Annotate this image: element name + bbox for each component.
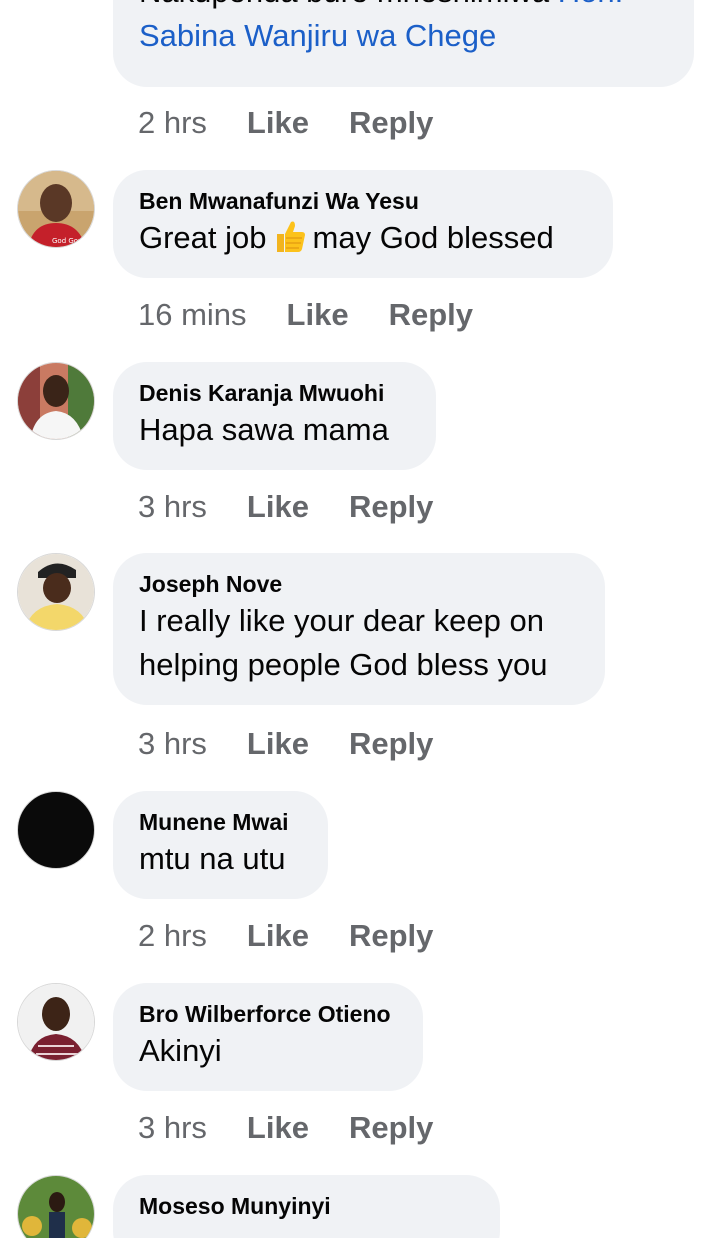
- comment-bubble: Munene Mwai mtu na utu: [113, 791, 328, 899]
- comment-actions: 3 hrs Like Reply: [138, 1108, 433, 1148]
- comment-actions: 3 hrs Like Reply: [138, 487, 433, 527]
- avatar[interactable]: [17, 362, 95, 440]
- thumbs-up-icon: [276, 221, 305, 252]
- reply-button[interactable]: Reply: [389, 297, 473, 333]
- comment-text: Sabina Wanjiru wa Chege: [139, 14, 668, 58]
- reply-button[interactable]: Reply: [349, 918, 433, 954]
- comment-time[interactable]: 3 hrs: [138, 1110, 207, 1146]
- svg-text:God Gox: God Gox: [52, 237, 82, 245]
- comment-time[interactable]: 3 hrs: [138, 489, 207, 525]
- comment-text: Hapa sawa mama: [139, 412, 389, 447]
- avatar[interactable]: God Gox: [17, 170, 95, 248]
- comment-text: Great job may God blessed: [139, 216, 587, 260]
- comment-author[interactable]: Ben Mwanafunzi Wa Yesu: [139, 186, 587, 216]
- comment-bubble: Nakupenda bure mheshimiwa Hon. Sabina Wa…: [113, 0, 694, 87]
- comment-time[interactable]: 2 hrs: [138, 918, 207, 954]
- comment-author[interactable]: Joseph Nove: [139, 569, 579, 599]
- comment-bubble: Denis Karanja Mwuohi Hapa sawa mama: [113, 362, 436, 470]
- comment-actions: 2 hrs Like Reply: [138, 103, 433, 143]
- comment-text-part: may God blessed: [312, 220, 554, 255]
- comment-text: Akinyi: [139, 1033, 222, 1068]
- comment-bubble: Joseph Nove I really like your dear keep…: [113, 553, 605, 705]
- comment-text: Nakupenda bure mheshimiwa Hon.: [139, 0, 668, 14]
- comment-actions: 2 hrs Like Reply: [138, 916, 433, 956]
- comment-author[interactable]: Denis Karanja Mwuohi: [139, 378, 410, 408]
- avatar[interactable]: [17, 1175, 95, 1238]
- comment-text: I really like your dear keep on: [139, 603, 544, 638]
- comment-actions: 16 mins Like Reply: [138, 295, 473, 335]
- comment-time[interactable]: 2 hrs: [138, 105, 207, 141]
- like-button[interactable]: Like: [287, 297, 349, 333]
- avatar[interactable]: [17, 983, 95, 1061]
- like-button[interactable]: Like: [247, 105, 309, 141]
- comment-author[interactable]: Moseso Munyinyi: [139, 1191, 474, 1221]
- comment-text-part: Great job: [139, 220, 267, 255]
- comment-bubble: Moseso Munyinyi: [113, 1175, 500, 1238]
- mention-link[interactable]: Hon.: [558, 0, 623, 9]
- avatar[interactable]: [17, 791, 95, 869]
- reply-button[interactable]: Reply: [349, 1110, 433, 1146]
- like-button[interactable]: Like: [247, 918, 309, 954]
- like-button[interactable]: Like: [247, 1110, 309, 1146]
- comment-author[interactable]: Bro Wilberforce Otieno: [139, 999, 397, 1029]
- comment-bubble: Ben Mwanafunzi Wa Yesu Great job may God…: [113, 170, 613, 278]
- like-button[interactable]: Like: [247, 726, 309, 762]
- comment-text: mtu na utu: [139, 841, 286, 876]
- comment-time[interactable]: 16 mins: [138, 297, 247, 333]
- comment-time[interactable]: 3 hrs: [138, 726, 207, 762]
- reply-button[interactable]: Reply: [349, 726, 433, 762]
- like-button[interactable]: Like: [247, 489, 309, 525]
- comment-author[interactable]: Munene Mwai: [139, 807, 302, 837]
- reply-button[interactable]: Reply: [349, 105, 433, 141]
- comment-actions: 3 hrs Like Reply: [138, 724, 433, 764]
- avatar[interactable]: [17, 553, 95, 631]
- reply-button[interactable]: Reply: [349, 489, 433, 525]
- comment-bubble: Bro Wilberforce Otieno Akinyi: [113, 983, 423, 1091]
- comment-text: helping people God bless you: [139, 647, 548, 682]
- comment-text-partial: Nakupenda bure mheshimiwa: [139, 0, 549, 9]
- mention-link[interactable]: Sabina Wanjiru wa Chege: [139, 18, 496, 53]
